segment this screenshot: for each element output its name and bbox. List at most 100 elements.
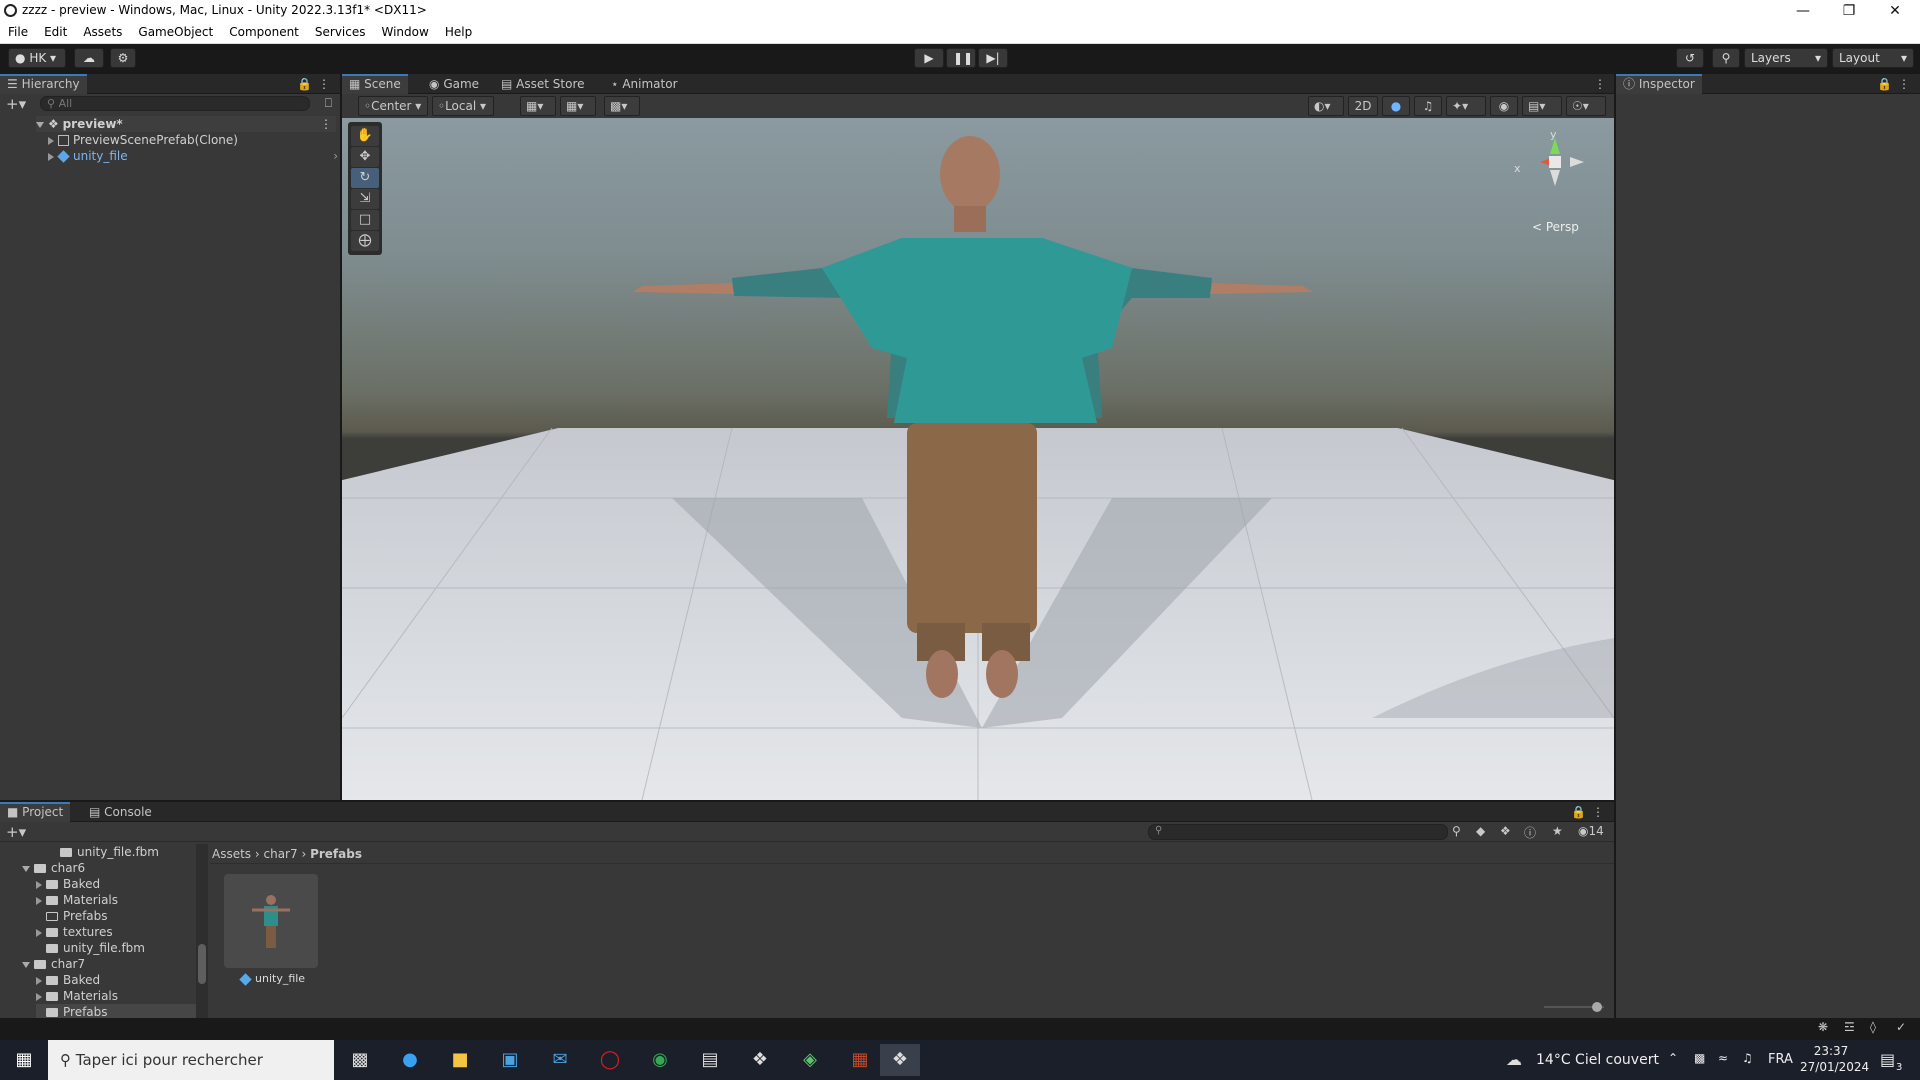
app-icon[interactable]: ◈ (790, 1044, 830, 1076)
layout-dropdown[interactable]: Layout ▾ (1832, 48, 1914, 68)
winrar-icon[interactable]: ▦ (840, 1044, 880, 1076)
project-tree-item[interactable]: Baked (36, 972, 100, 988)
chevron-right-icon[interactable]: › (333, 148, 338, 164)
tab-game[interactable]: ◉ Game (422, 74, 486, 94)
lock-icon[interactable]: 🔒 (1571, 805, 1586, 819)
2d-toggle[interactable]: 2D (1348, 96, 1378, 116)
unity-hub-icon[interactable]: ❖ (740, 1044, 780, 1076)
tab-scene[interactable]: ▦ Scene (342, 74, 408, 94)
menu-help[interactable]: Help (437, 22, 480, 39)
hierarchy-search-input[interactable]: ⚲ All (40, 96, 310, 111)
hidden-packages-icon[interactable]: ◉14 (1578, 824, 1604, 838)
expand-arrow-icon[interactable] (36, 121, 44, 128)
tab-project[interactable]: ■ Project (0, 802, 71, 822)
expand-arrow-icon[interactable] (36, 976, 42, 985)
project-tree-item[interactable]: unity_file.fbm (50, 844, 159, 860)
breadcrumb-char7[interactable]: char7 (264, 847, 298, 861)
more-options-icon[interactable]: ⋮ (318, 77, 330, 91)
star-icon[interactable]: ★ (1552, 824, 1563, 838)
gizmos-dropdown[interactable]: ☉▾ (1566, 96, 1606, 116)
project-tree-item[interactable]: Materials (36, 892, 118, 908)
menu-assets[interactable]: Assets (75, 22, 130, 39)
language-indicator[interactable]: FRA (1768, 1052, 1793, 1067)
history-button[interactable]: ↺ (1676, 48, 1704, 68)
notification-icon[interactable]: ▤ (1880, 1050, 1895, 1069)
pivot-dropdown[interactable]: ◦Center ▾ (358, 96, 428, 116)
expand-arrow-icon[interactable] (22, 961, 30, 968)
filter-by-label-icon[interactable]: ◆ (1476, 824, 1485, 838)
project-tree-item[interactable]: textures (36, 924, 113, 940)
expand-arrow-icon[interactable] (22, 865, 30, 872)
tab-hierarchy[interactable]: ☰ Hierarchy (0, 74, 87, 94)
scale-tool-icon[interactable]: ⇲ (351, 189, 379, 209)
chevron-up-icon[interactable]: ⌃ (1668, 1051, 1678, 1065)
axis-gizmo-icon[interactable] (1512, 126, 1602, 196)
breadcrumb-prefabs[interactable]: Prefabs (310, 847, 362, 861)
restore-button[interactable]: ❐ (1826, 0, 1872, 22)
project-tree-item[interactable]: Baked (36, 876, 100, 892)
expand-arrow-icon[interactable] (36, 992, 42, 1001)
asset-thumbnail[interactable] (224, 874, 318, 968)
search-by-type-icon[interactable]: ⚲ (1452, 824, 1461, 838)
more-options-icon[interactable]: ⋮ (1898, 77, 1910, 91)
scene-visibility-icon[interactable]: ⎕ (325, 96, 332, 111)
transform-tool-icon[interactable]: ⨁ (351, 231, 379, 251)
more-options-icon[interactable]: ⋮ (1594, 77, 1606, 91)
tab-console[interactable]: ▤ Console (82, 802, 159, 822)
menu-edit[interactable]: Edit (36, 22, 75, 39)
expand-arrow-icon[interactable] (36, 880, 42, 889)
lock-icon[interactable]: 🔒 (297, 77, 312, 91)
grid-visibility-button[interactable]: ▦▾ (560, 96, 596, 116)
icon-size-slider[interactable] (1544, 1002, 1604, 1012)
tab-inspector[interactable]: ⓘ Inspector (1616, 74, 1702, 94)
project-tree-item[interactable]: unity_file.fbm (36, 940, 145, 956)
tree-scrollbar[interactable] (196, 844, 208, 1018)
app-icon[interactable]: ▤ (690, 1044, 730, 1076)
shading-mode-button[interactable]: ◐▾ (1308, 96, 1344, 116)
project-tree-item[interactable]: Materials (36, 988, 118, 1004)
add-icon[interactable]: +▾ (6, 823, 26, 841)
camera-dropdown[interactable]: ▤▾ (1522, 96, 1562, 116)
expand-arrow-icon[interactable] (36, 896, 42, 905)
mail-icon[interactable]: ✉ (540, 1044, 580, 1076)
scene-row[interactable]: ❖ preview* ⋮ (36, 116, 336, 132)
tab-animator[interactable]: ⋆ Animator (604, 74, 685, 94)
search-button[interactable]: ⚲ (1712, 48, 1740, 68)
view-tool-hand-icon[interactable]: ✋ (351, 126, 379, 146)
pause-button[interactable]: ❚❚ (946, 48, 976, 68)
close-button[interactable]: ✕ (1872, 0, 1918, 22)
collab-button[interactable]: ⚙ (110, 48, 136, 68)
menu-file[interactable]: File (0, 22, 36, 39)
cloud-button[interactable]: ☁ (74, 48, 104, 68)
add-icon[interactable]: +▾ (6, 95, 26, 113)
file-explorer-icon[interactable]: ■ (440, 1044, 480, 1076)
menu-window[interactable]: Window (374, 22, 437, 39)
taskbar-search-input[interactable]: ⚲ Taper ici pour rechercher (48, 1040, 334, 1080)
rotate-tool-icon[interactable]: ↻ (351, 168, 379, 188)
chrome-icon[interactable]: ◉ (640, 1044, 680, 1076)
project-tree-item[interactable]: char6 (22, 860, 85, 876)
project-tree-item[interactable]: Prefabs (36, 1004, 196, 1018)
projection-label[interactable]: < Persp (1532, 220, 1579, 234)
layers-dropdown[interactable]: Layers ▾ (1744, 48, 1828, 68)
info-filter-icon[interactable]: ⓘ (1524, 824, 1536, 841)
effects-dropdown[interactable]: ✦▾ (1446, 96, 1486, 116)
account-dropdown[interactable]: ● HK ▾ (8, 48, 66, 68)
more-options-icon[interactable]: ⋮ (320, 116, 332, 132)
asset-label[interactable]: unity_file (239, 972, 305, 986)
bug-icon[interactable]: ❋ (1818, 1020, 1828, 1034)
expand-arrow-icon[interactable] (48, 152, 54, 161)
hierarchy-item[interactable]: PreviewScenePrefab(Clone) (48, 132, 238, 148)
project-tree-item[interactable]: char7 (22, 956, 85, 972)
clock[interactable]: 23:37 27/01/2024 (1800, 1043, 1869, 1075)
hidden-objects-toggle[interactable]: ◉ (1490, 96, 1518, 116)
grid-snap-button[interactable]: ▦▾ (520, 96, 556, 116)
orientation-gizmo[interactable]: y x < Persp (1512, 126, 1602, 234)
unity-editor-icon[interactable]: ❖ (880, 1044, 920, 1076)
project-search-input[interactable]: ⚲ (1148, 824, 1448, 840)
tag-icon[interactable]: ❖ (1500, 824, 1511, 838)
lighting-toggle[interactable]: ● (1382, 96, 1410, 116)
wifi-icon[interactable]: ≈ (1718, 1051, 1728, 1065)
lock-icon[interactable]: 🔒 (1877, 77, 1892, 91)
increment-snap-button[interactable]: ▩▾ (604, 96, 640, 116)
